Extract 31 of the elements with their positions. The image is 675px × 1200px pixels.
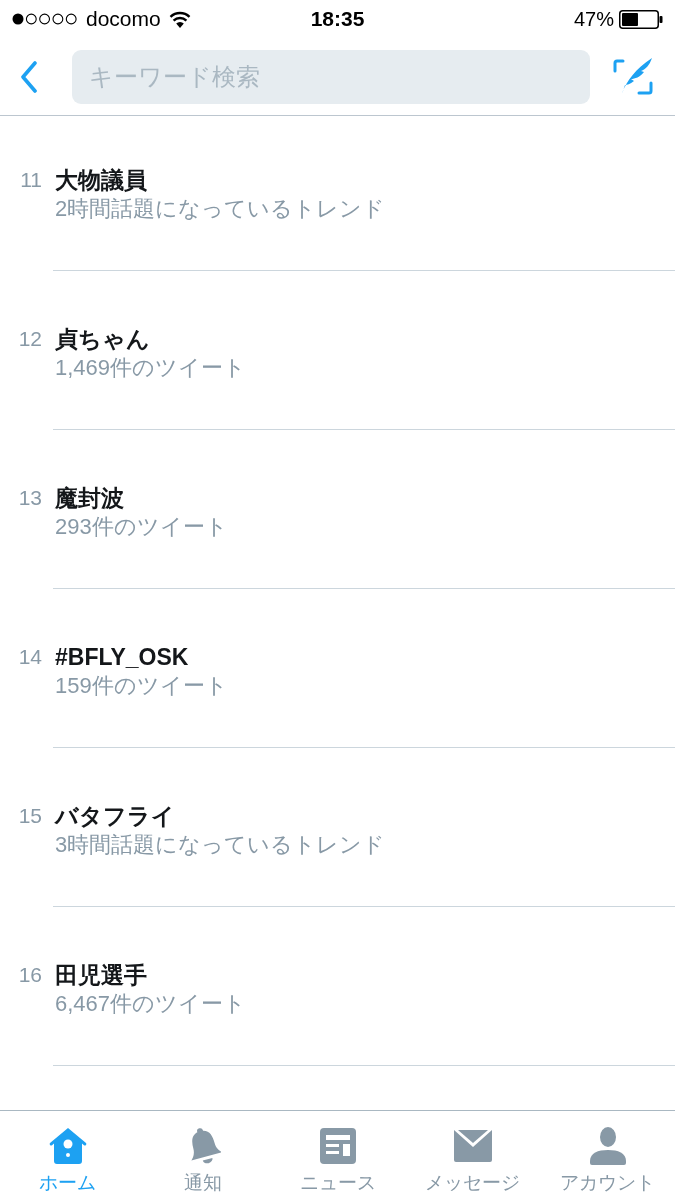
battery-percent: 47% bbox=[573, 7, 614, 31]
trend-rank: 14 bbox=[17, 644, 42, 670]
trend-rank: 15 bbox=[17, 803, 42, 829]
carrier-name: docomo bbox=[86, 7, 161, 31]
wifi-icon bbox=[168, 10, 191, 28]
trend-rank: 11 bbox=[19, 167, 42, 193]
search-field[interactable]: キーワード検索 bbox=[72, 49, 590, 104]
person-icon bbox=[589, 1127, 626, 1165]
clock-time: 18:35 bbox=[310, 7, 365, 31]
trend-title[interactable]: バタフライ bbox=[55, 802, 386, 830]
trend-tweet-info: 293件のツイート bbox=[55, 513, 228, 541]
signal-strength-icon bbox=[12, 13, 78, 25]
trend-tweet-info: 159件のツイート bbox=[55, 672, 228, 700]
trend-tweet-info: 3時間話題になっているトレンド bbox=[55, 831, 386, 859]
trend-tweet-info: 1,469件のツイート bbox=[55, 354, 247, 382]
envelope-icon bbox=[453, 1130, 492, 1162]
trend-rank: 12 bbox=[17, 326, 42, 352]
trend-tweet-info: 6,467件のツイート bbox=[55, 990, 247, 1018]
trend-rank: 16 bbox=[17, 962, 42, 988]
trend-title[interactable]: 魔封波 bbox=[55, 484, 228, 512]
battery-icon bbox=[619, 9, 663, 29]
trend-title[interactable]: #BFLY_OSK bbox=[55, 643, 228, 671]
trend-tweet-info: 2時間話題になっているトレンド bbox=[55, 195, 386, 223]
birdhouse-icon bbox=[47, 1127, 88, 1165]
back-chevron-icon bbox=[20, 60, 38, 93]
trend-rank: 13 bbox=[17, 485, 42, 511]
trend-title[interactable]: 田児選手 bbox=[55, 961, 247, 989]
compose-icon bbox=[613, 56, 653, 97]
trend-title[interactable]: 貞ちゃん bbox=[55, 325, 247, 353]
newspaper-icon bbox=[319, 1128, 356, 1164]
trend-title[interactable]: 大物議員 bbox=[55, 166, 386, 194]
